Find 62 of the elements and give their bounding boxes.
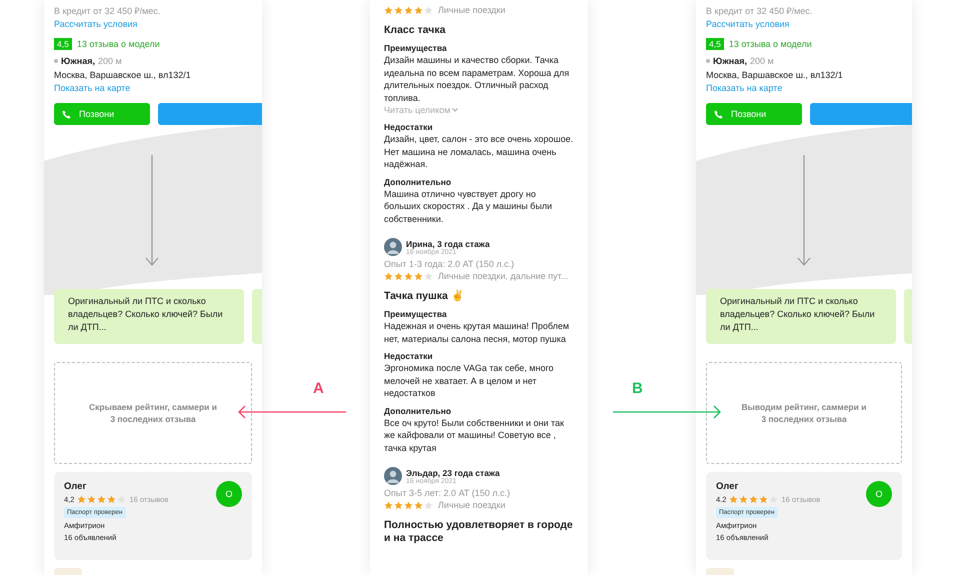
metro-station: Южная, (713, 56, 747, 66)
map-link[interactable]: Показать на карте (706, 82, 912, 95)
metro-distance: 200 м (98, 56, 122, 66)
metro-station: Южная, (61, 56, 95, 66)
message-button[interactable] (810, 103, 912, 125)
read-more-link[interactable]: Читать целиком (384, 104, 574, 116)
section-text: Дизайн машины и качество сборки. Тачка идеальна по всем параметрам. Хороша для длительных поездок. Отличный расход топлива. (384, 54, 570, 104)
message-button[interactable] (158, 103, 262, 125)
call-button[interactable]: Позвони (54, 103, 150, 125)
trip-tags: Личные поездки (438, 5, 506, 15)
section-text: Надежная и очень крутая машина! Проблем нет, материалы салона песня, мотор пушка (384, 320, 570, 345)
seller-avatar: О (216, 481, 242, 507)
section-heading: Дополнительно (384, 404, 452, 416)
phone-icon (62, 110, 71, 118)
info-card: Оригинальный ли ПТС и сколько владельцев? Сколько ключей? Были ли ДТП... (706, 289, 896, 344)
variant-label: B (632, 380, 643, 397)
call-button[interactable]: Позвони (706, 103, 802, 125)
section-heading: Недостатки (384, 350, 434, 362)
avatar-icon (384, 467, 402, 485)
review-title: Класс тачка (384, 24, 446, 37)
review-title: Полностью удовлетворяет в городе и на трассе (384, 519, 574, 545)
experience-text: Опыт 1-3 года: 2.0 AT (150 л.с.) (384, 259, 516, 269)
section-text: Машина отлично чувствует дрогу но больших скоростях . Да у машины были собственники. (384, 188, 554, 225)
placeholder-note: Скрываем рейтинг, саммери и 3 последних отзыва (54, 362, 252, 464)
variant-label: A (313, 380, 324, 397)
reviews-link[interactable]: 13 отзыва о модели (728, 39, 812, 49)
metro-dot (706, 59, 710, 63)
section-heading: Дополнительно (384, 176, 452, 188)
calculate-link[interactable]: Рассчитать условия (54, 18, 262, 31)
rating-badge: 4,5 (54, 38, 72, 50)
info-card: Оригинальный ли ПТС и сколько владельцев? Сколько ключей? Были ли ДТП... (54, 289, 244, 344)
trip-tags: Личные поездки (438, 500, 506, 510)
seller-avatar: О (866, 481, 892, 507)
phone-icon (714, 110, 723, 118)
author-name: Ирина, 3 года стажа (406, 238, 490, 248)
metro-dot (54, 59, 58, 63)
tag-chip (54, 568, 82, 575)
metro-distance: 200 м (750, 56, 774, 66)
seller-name: Олег (716, 481, 740, 492)
calculate-link[interactable]: Рассчитать условия (706, 18, 912, 31)
chevron-down-icon (452, 108, 458, 112)
credit-text: В кредит от 32 450 ₽/мес. (54, 5, 162, 18)
trip-tags: Личные поездки, дальние пут... (438, 271, 568, 281)
section-text: Эргономика после VAGa так себе, много мелочей не хватает. А в целом и нет недостатков (384, 362, 555, 400)
placeholder-note: Выводим рейтинг, саммери и 3 последних отзыва (706, 362, 902, 464)
author-name: Эльдар, 23 года стажа (406, 468, 500, 478)
reviews-link[interactable]: 13 отзыва о модели (76, 39, 160, 49)
address-text: Москва, Варшавское ш., вл132/1 (706, 69, 844, 82)
section-text: Дизайн, цвет, салон - это все очень хорошое. Нет машина не ломалась, машина очень надёжная. (384, 133, 574, 170)
section-heading: Недостатки (384, 121, 434, 133)
map-link[interactable]: Показать на карте (54, 82, 262, 95)
credit-text: В кредит от 32 450 ₽/мес. (706, 5, 814, 18)
section-text: Все оч круто! Были собственники и они так же кайфовали от машины! Советую все , тачка крутая (384, 416, 565, 454)
section-heading: Преимущества (384, 42, 448, 54)
rating-badge: 4,5 (706, 38, 724, 50)
avatar-icon (384, 238, 402, 256)
tag-chip (706, 568, 734, 575)
address-text: Москва, Варшавское ш., вл132/1 (54, 69, 192, 82)
experience-text: Опыт 3-5 лет: 2.0 AT (150 л.с.) (384, 488, 511, 498)
review-title: Тачка пушка ✌ (384, 290, 465, 303)
section-heading: Преимущества (384, 308, 448, 320)
seller-name: Олег (64, 481, 88, 492)
